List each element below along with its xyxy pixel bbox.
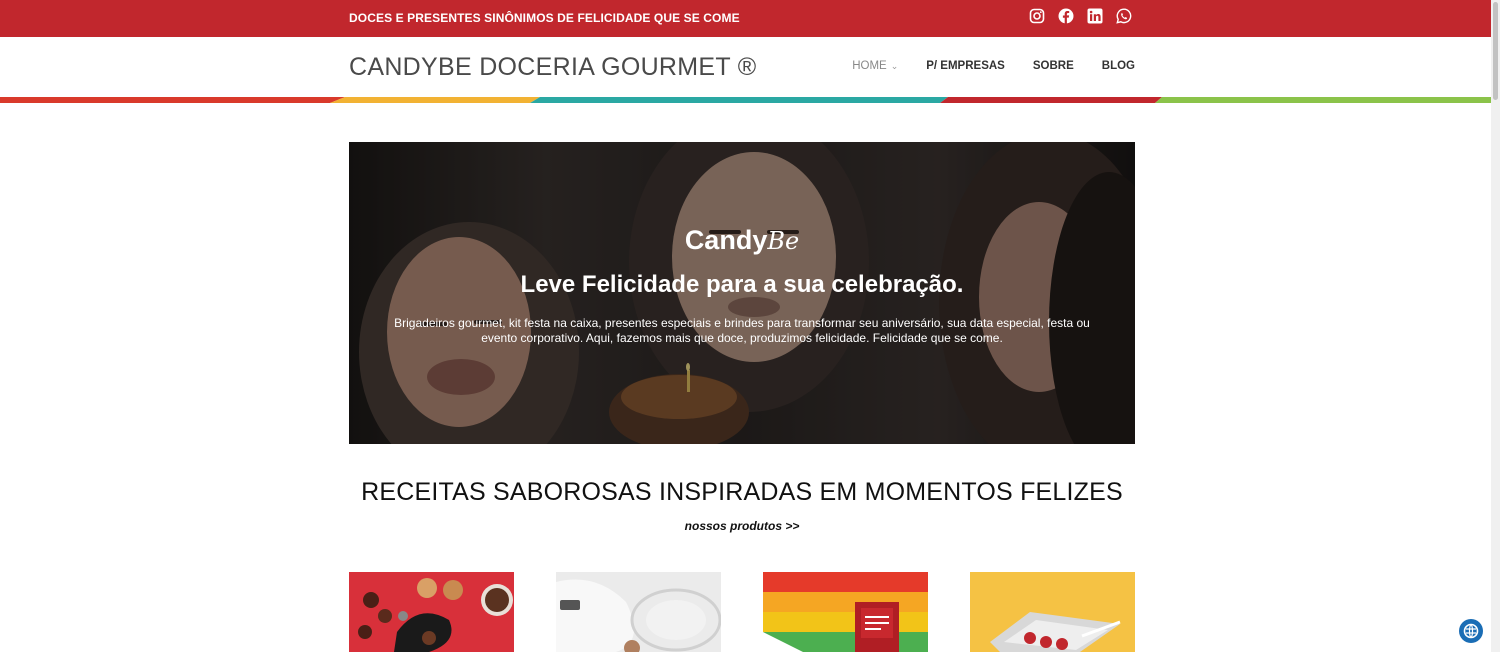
hero-logo-main: Candy xyxy=(684,225,768,255)
hero-logo-script: Be xyxy=(767,227,800,255)
site-logo-text[interactable]: CANDYBE DOCERIA GOURMET ® xyxy=(349,53,756,82)
nav-item-sobre[interactable]: SOBRE xyxy=(1033,60,1074,72)
hero-banner: CandyBe Leve Felicidade para a sua celeb… xyxy=(349,142,1135,444)
section-title: RECEITAS SABOROSAS INSPIRADAS EM MOMENTO… xyxy=(361,478,1123,506)
accessibility-widget-button[interactable] xyxy=(1459,619,1483,643)
social-links xyxy=(1029,8,1132,24)
product-image-brigadeiros[interactable] xyxy=(349,572,514,652)
instagram-icon[interactable] xyxy=(1029,8,1045,24)
linkedin-icon[interactable] xyxy=(1087,8,1103,24)
product-image-kit-festa[interactable] xyxy=(970,572,1135,652)
product-image-felicidade-pack[interactable] xyxy=(763,572,928,652)
whatsapp-icon[interactable] xyxy=(1116,8,1132,24)
color-stripe xyxy=(0,97,1491,103)
nav-item-empresas[interactable]: P/ EMPRESAS xyxy=(926,60,1005,72)
hero-description: Brigadeiros gourmet, kit festa na caixa,… xyxy=(394,316,1090,345)
nav-item-label: HOME xyxy=(852,60,887,72)
scrollbar-thumb[interactable] xyxy=(1493,2,1498,100)
globe-icon xyxy=(1463,623,1479,639)
hero-title: Leve Felicidade para a sua celebração. xyxy=(520,271,964,298)
tagline: DOCES E PRESENTES SINÔNIMOS DE FELICIDAD… xyxy=(349,11,740,25)
nav-item-home[interactable]: HOME ⌄ xyxy=(852,60,898,72)
product-image-gift-box[interactable] xyxy=(556,572,721,652)
main-nav: HOME ⌄ P/ EMPRESAS SOBRE BLOG xyxy=(852,60,1135,72)
top-bar: DOCES E PRESENTES SINÔNIMOS DE FELICIDAD… xyxy=(0,0,1491,37)
page-scrollbar[interactable] xyxy=(1491,0,1500,652)
products-link[interactable]: nossos produtos >> xyxy=(0,519,1484,533)
site-header: CANDYBE DOCERIA GOURMET ® HOME ⌄ P/ EMPRE… xyxy=(0,37,1491,97)
nav-item-blog[interactable]: BLOG xyxy=(1102,60,1135,72)
hero-logo: CandyBe xyxy=(349,225,1135,256)
chevron-down-icon: ⌄ xyxy=(890,61,899,71)
facebook-icon[interactable] xyxy=(1058,8,1074,24)
